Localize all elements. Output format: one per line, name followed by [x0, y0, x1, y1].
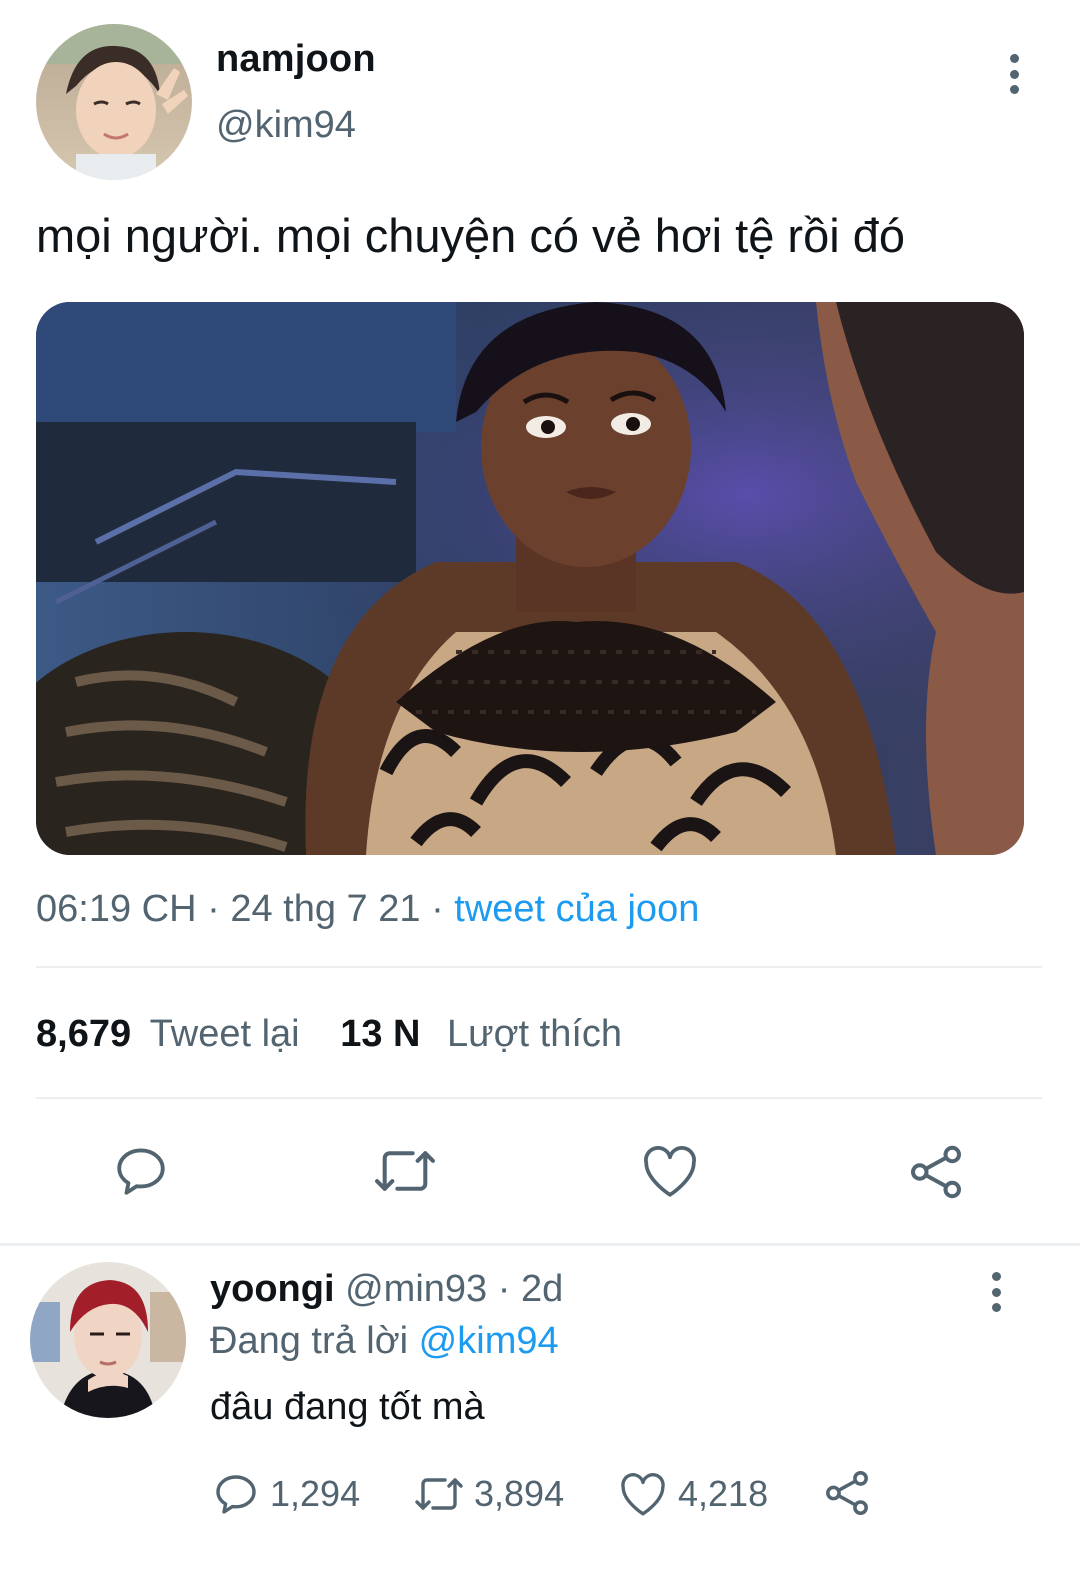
tweet-media-image[interactable]	[36, 302, 1024, 855]
reaction-meme-photo	[36, 302, 1024, 855]
reply-author-name[interactable]: yoongi	[210, 1268, 335, 1310]
reply-icon[interactable]	[112, 1142, 170, 1200]
tweet-time: 06:19 CH	[36, 888, 197, 930]
reply-author-handle[interactable]: @min93	[345, 1268, 487, 1310]
author-avatar-image	[36, 24, 192, 180]
tweet-text: mọi người. mọi chuyện có vẻ hơi tệ rồi đ…	[36, 209, 905, 262]
reply-action-share[interactable]	[822, 1468, 872, 1523]
replying-to: Đang trả lời @kim94	[210, 1320, 559, 1363]
reply-header: yoongi @min93 · 2d	[210, 1268, 563, 1311]
like-stat[interactable]: 13 N Lượt thích	[340, 1013, 622, 1055]
separator: ·	[207, 888, 220, 930]
reply-age: 2d	[520, 1268, 564, 1310]
retweet-label: Tweet lại	[149, 1013, 300, 1055]
divider	[36, 1097, 1042, 1099]
reply-avatar-image	[30, 1262, 186, 1418]
divider	[36, 966, 1042, 968]
retweet-count: 3,894	[474, 1473, 565, 1514]
replying-to-handle[interactable]: @kim94	[419, 1320, 559, 1362]
retweet-icon	[415, 1478, 463, 1510]
share-icon	[826, 1471, 868, 1515]
tweet-timestamp: 06:19 CH · 24 thg 7 21 · tweet của joon	[36, 888, 699, 931]
like-icon	[621, 1473, 665, 1516]
author-handle[interactable]: @kim94	[216, 104, 356, 147]
like-icon[interactable]	[640, 1142, 700, 1200]
reply-text: đâu đang tốt mà	[210, 1386, 485, 1428]
like-count: 4,218	[678, 1473, 769, 1514]
tweet-source-link[interactable]: tweet của joon	[454, 888, 699, 930]
retweet-count: 8,679	[36, 1013, 132, 1055]
separator: ·	[497, 1268, 511, 1310]
share-icon[interactable]	[906, 1142, 966, 1202]
author-avatar[interactable]	[36, 24, 192, 180]
reply-count: 1,294	[270, 1473, 361, 1514]
tweet-date: 24 thg 7 21	[230, 888, 421, 930]
reply-action-reply[interactable]: 1,294	[212, 1470, 360, 1518]
reply-more-icon[interactable]	[989, 1272, 1003, 1312]
tweet-more-icon[interactable]	[1007, 54, 1021, 94]
reply-action-like[interactable]: 4,218	[618, 1470, 768, 1518]
like-label: Lượt thích	[447, 1013, 623, 1055]
reply-action-retweet[interactable]: 3,894	[412, 1470, 564, 1518]
reply-author-avatar[interactable]	[30, 1262, 186, 1418]
tweet-stats: 8,679 Tweet lại 13 N Lượt thích	[36, 1013, 622, 1056]
author-name[interactable]: namjoon	[216, 38, 376, 81]
like-count: 13 N	[340, 1013, 421, 1055]
section-divider	[0, 1243, 1080, 1246]
reply-icon	[216, 1475, 256, 1514]
retweet-stat[interactable]: 8,679 Tweet lại	[36, 1013, 310, 1055]
replying-to-label: Đang trả lời	[210, 1320, 409, 1362]
separator: ·	[431, 888, 444, 930]
retweet-icon[interactable]	[372, 1140, 438, 1202]
